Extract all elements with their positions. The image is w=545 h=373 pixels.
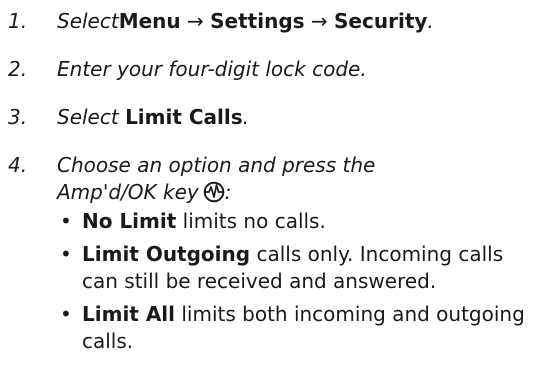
option-name: No Limit: [82, 209, 177, 233]
option-list: • No Limit limits no calls. • Limit Outgoi…: [57, 208, 545, 361]
security-label: Security: [334, 9, 428, 33]
option-name: Limit Outgoing: [82, 242, 251, 266]
step-text: Enter your four-digit lock code.: [57, 57, 367, 81]
key-name: Amp'd/OK key: [57, 180, 199, 204]
bullet: •: [60, 209, 72, 233]
step-end: .: [427, 9, 434, 33]
limit-calls-label: Limit Calls: [125, 105, 243, 129]
arrow-icon: →: [310, 9, 328, 33]
option-limit-outgoing: • Limit Outgoing calls only. Incoming cal…: [57, 241, 545, 295]
option-description: limits no calls.: [176, 209, 326, 233]
bullet: •: [60, 242, 72, 266]
step-number: 4.: [8, 153, 28, 177]
step-text: Select Limit Calls.: [57, 104, 539, 131]
bullet: •: [60, 302, 72, 326]
step-line: Amp'd/OK key:: [57, 179, 539, 206]
step-end: .: [242, 105, 250, 129]
ampd-ok-key-icon: [203, 181, 225, 203]
step-prefix: Select: [57, 105, 126, 129]
step-text: Choose an option and press the Amp'd/OK …: [57, 152, 539, 206]
step-number: 3.: [8, 105, 28, 129]
settings-label: Settings: [210, 9, 305, 33]
arrow-icon: →: [187, 9, 204, 33]
step-number: 2.: [8, 57, 28, 81]
step-end: :: [224, 180, 232, 204]
instruction-document: 1. SelectMenu → Settings → Security. 2. …: [0, 0, 545, 373]
step-number: 1.: [8, 9, 28, 33]
option-no-limit: • No Limit limits no calls.: [57, 208, 545, 235]
step-line: Choose an option and press the: [57, 153, 376, 177]
option-limit-all: • Limit All limits both incoming and outg…: [57, 301, 545, 355]
step-text: SelectMenu → Settings → Security.: [57, 8, 539, 35]
option-name: Limit All: [82, 302, 176, 326]
menu-label: Menu: [118, 9, 181, 33]
step-prefix: Select: [57, 9, 119, 33]
